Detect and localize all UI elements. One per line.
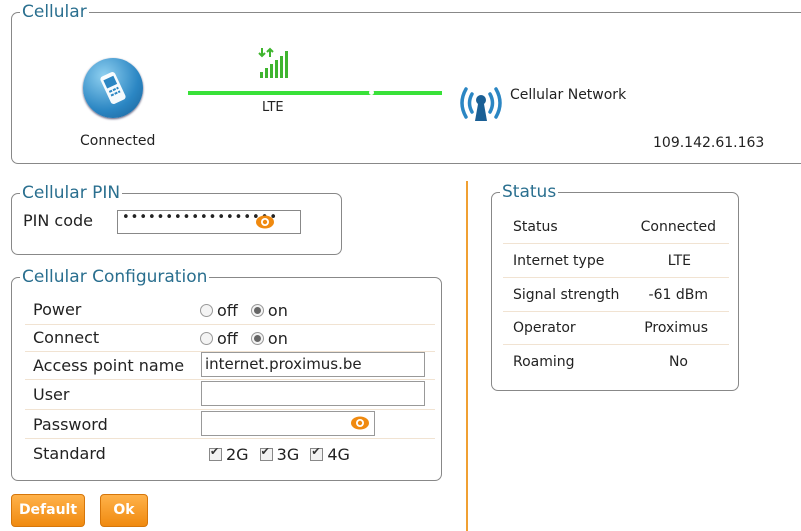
phone-icon — [83, 58, 143, 118]
operator-label: Operator — [513, 320, 576, 336]
standard-3g-checkbox[interactable] — [259, 445, 273, 461]
standard-4g-label: 4G — [327, 445, 350, 464]
show-pin-eye-icon[interactable] — [255, 212, 275, 232]
user-input[interactable] — [201, 381, 425, 406]
internet-type-value: LTE — [667, 253, 691, 269]
antenna-tower-icon — [460, 87, 502, 121]
cellular-network-label: Cellular Network — [510, 87, 627, 103]
signal-strength-label: Signal strength — [513, 287, 620, 303]
cellular-configuration-legend: Cellular Configuration — [20, 267, 210, 287]
connect-label: Connect — [33, 328, 100, 347]
status-legend: Status — [500, 182, 559, 202]
standard-2g-label: 2G — [226, 445, 249, 464]
row-divider — [25, 438, 435, 439]
apn-input[interactable]: internet.proximus.be — [201, 352, 425, 377]
user-label: User — [33, 385, 70, 404]
apn-label: Access point name — [33, 356, 185, 375]
link-type-label: LTE — [262, 100, 284, 115]
ip-address: 109.142.61.163 — [653, 135, 765, 151]
connect-on-label: on — [267, 329, 288, 348]
standard-4g-checkbox[interactable] — [310, 445, 324, 461]
row-divider — [25, 379, 435, 380]
connection-line — [188, 91, 442, 95]
roaming-label: Roaming — [513, 354, 575, 370]
signal-strength-value: -61 dBm — [648, 287, 708, 303]
pin-code-label: PIN code — [23, 211, 94, 230]
row-divider — [503, 311, 729, 312]
device-status-label: Connected — [80, 133, 156, 149]
standard-label: Standard — [33, 444, 106, 463]
power-label: Power — [33, 300, 82, 319]
standard-checkbox-group: 2G 3G 4G — [209, 444, 356, 464]
power-on-radio[interactable] — [250, 304, 264, 317]
cellular-pin-panel: Cellular PIN PIN code •••••••••••••••••• — [11, 183, 342, 255]
cellular-pin-legend: Cellular PIN — [20, 183, 123, 203]
operator-value: Proximus — [644, 320, 708, 336]
internet-type-label: Internet type — [513, 253, 605, 269]
standard-2g-checkbox[interactable] — [209, 445, 222, 461]
row-divider — [25, 409, 435, 410]
connect-off-label: off — [217, 329, 238, 348]
power-on-label: on — [267, 301, 288, 320]
password-label: Password — [33, 415, 108, 434]
power-off-label: off — [217, 301, 238, 320]
row-divider — [503, 277, 729, 278]
show-password-eye-icon[interactable] — [350, 413, 370, 433]
row-divider — [503, 243, 729, 244]
cellular-configuration-panel: Cellular Configuration Power off on Conn… — [11, 267, 442, 481]
roaming-value: No — [668, 354, 688, 370]
status-row-value: Connected — [640, 219, 716, 235]
connect-radio-group: off on — [200, 328, 296, 348]
password-input[interactable] — [201, 411, 375, 436]
cellular-panel: Cellular Connected LTE Cellular Network … — [11, 2, 801, 164]
status-row-label: Status — [513, 219, 558, 235]
status-panel: Status Status Connected Internet type LT… — [491, 182, 739, 391]
pin-code-input[interactable]: •••••••••••••••••• — [117, 210, 301, 234]
row-divider — [503, 344, 729, 345]
power-off-radio[interactable] — [200, 304, 213, 317]
connect-on-radio[interactable] — [250, 332, 264, 345]
power-radio-group: off on — [200, 300, 296, 320]
cellular-legend: Cellular — [20, 2, 89, 22]
row-divider — [25, 324, 435, 325]
ok-button[interactable]: Ok — [100, 494, 148, 527]
default-button[interactable]: Default — [11, 494, 85, 527]
vertical-divider — [466, 181, 468, 531]
signal-strength-icon — [258, 47, 288, 78]
connect-off-radio[interactable] — [200, 332, 213, 345]
standard-3g-label: 3G — [276, 445, 300, 464]
connection-dot — [369, 90, 374, 95]
